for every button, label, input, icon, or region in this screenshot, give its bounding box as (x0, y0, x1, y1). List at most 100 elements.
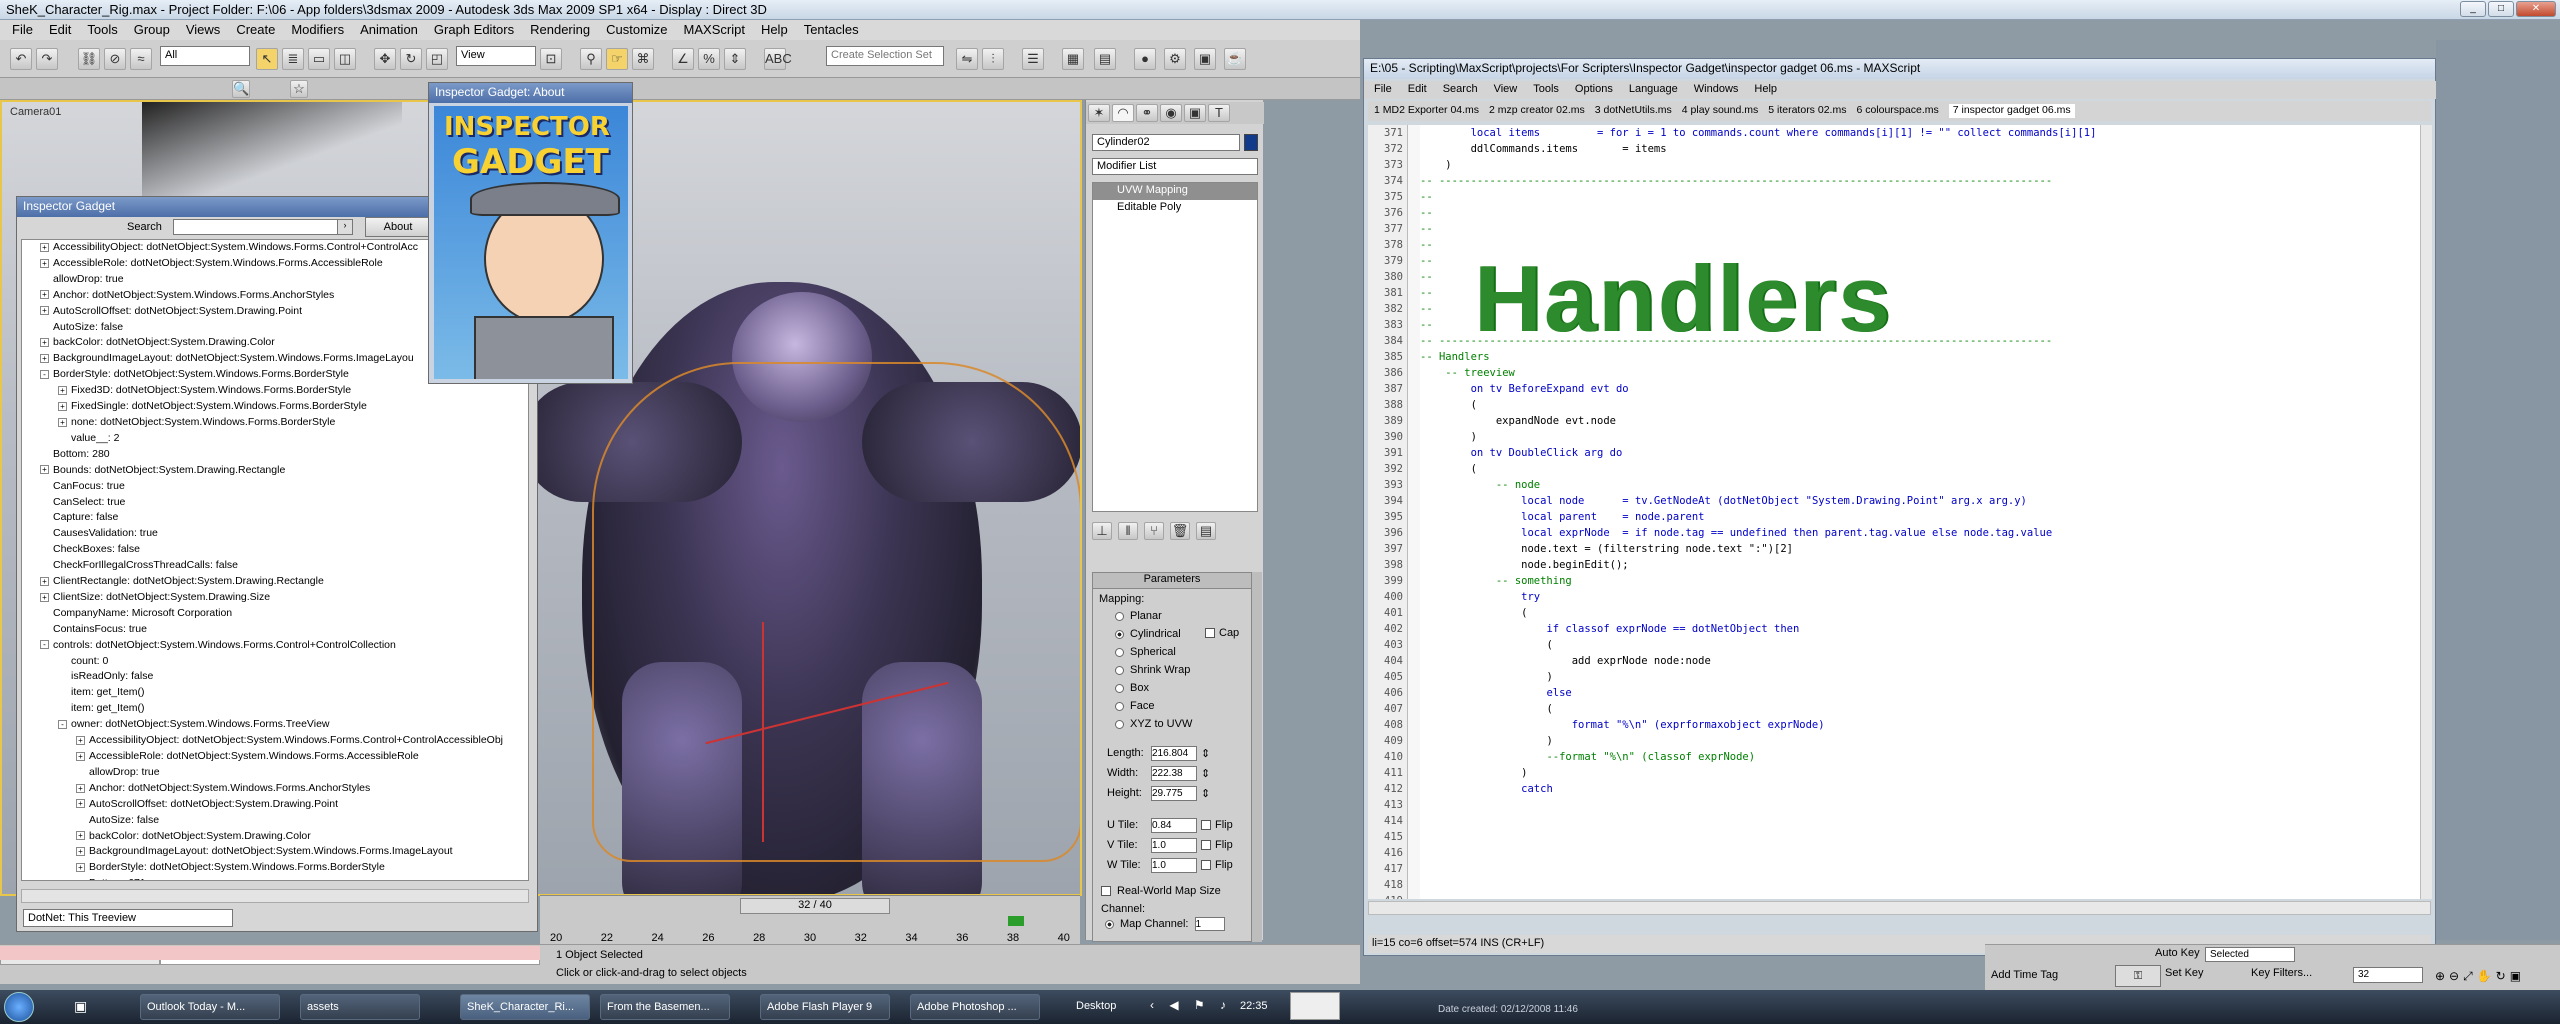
mapping-option-face[interactable]: Face (1093, 697, 1251, 715)
tree-row[interactable]: allowDrop: true (22, 765, 528, 781)
radio-icon[interactable] (1115, 683, 1124, 693)
tab-mzp-creator[interactable]: 2 mzp creator 02.ms (1489, 104, 1585, 118)
radio-icon[interactable] (1115, 629, 1124, 639)
rendered-frame-icon[interactable]: ▣ (1194, 48, 1216, 70)
spinner-snap-icon[interactable]: ⇕ (724, 48, 746, 70)
maximize-button[interactable]: □ (2488, 1, 2514, 17)
favorites-icon[interactable]: ☆ (290, 80, 308, 98)
code-line[interactable]: -- node (1420, 477, 2420, 493)
object-name-input[interactable]: Cylinder02 (1092, 134, 1240, 151)
tree-row[interactable]: ContainsFocus: true (22, 622, 528, 638)
tree-row[interactable]: CanSelect: true (22, 495, 528, 511)
code-line[interactable]: -- something (1420, 573, 2420, 589)
tree-row[interactable]: + AccessibleRole: dotNetObject:System.Win… (22, 749, 528, 765)
render-setup-icon[interactable]: ⚙ (1164, 48, 1186, 70)
expand-icon[interactable]: + (40, 465, 49, 475)
menu-group[interactable]: Group (126, 22, 178, 38)
menu-edit[interactable]: Edit (41, 22, 79, 38)
code-line[interactable]: local parent = node.parent (1420, 509, 2420, 525)
code-line[interactable]: -- -------------------------------------… (1420, 173, 2420, 189)
current-frame-input[interactable]: 32 (2353, 967, 2423, 983)
mapping-option-xyz-to-uvw[interactable]: XYZ to UVW (1093, 715, 1251, 733)
ms-menu-language[interactable]: Language (1629, 83, 1678, 97)
expand-icon[interactable]: + (76, 847, 85, 857)
collapse-icon[interactable]: - (40, 369, 49, 379)
expand-icon[interactable]: + (40, 338, 49, 348)
wtile-input[interactable] (1151, 857, 1197, 873)
tree-row[interactable]: item: get_Item() (22, 685, 528, 701)
utile-input[interactable] (1151, 817, 1197, 833)
expand-icon[interactable]: + (40, 242, 49, 252)
layer-manager-icon[interactable]: ☰ (1022, 48, 1044, 70)
select-object-icon[interactable]: ↖ (256, 48, 278, 70)
mapping-option-planar[interactable]: Planar (1093, 607, 1251, 625)
code-line[interactable]: ) (1420, 765, 2420, 781)
expand-icon[interactable]: + (40, 306, 49, 316)
link-icon[interactable]: ⛓ (78, 48, 100, 70)
modify-tab-icon[interactable]: ◠ (1112, 104, 1134, 122)
cap-checkbox[interactable]: Cap (1205, 627, 1239, 639)
tree-row[interactable]: + BackgroundImageLayout: dotNetObject:Sys… (22, 844, 528, 860)
tree-row[interactable]: + AccessibilityObject: dotNetObject:Syste… (22, 733, 528, 749)
menu-views[interactable]: Views (178, 22, 228, 38)
code-line[interactable]: -- (1420, 189, 2420, 205)
edit-named-selection-icon[interactable]: ABC (764, 48, 792, 70)
tree-row[interactable]: + backColor: dotNetObject:System.Drawing.… (22, 829, 528, 845)
tree-row[interactable]: + Bounds: dotNetObject:System.Drawing.Rec… (22, 463, 528, 479)
tree-horizontal-scrollbar[interactable] (21, 889, 529, 903)
show-desktop-icon[interactable]: ▣ (74, 998, 87, 1015)
expand-icon[interactable]: + (76, 799, 85, 809)
expand-icon[interactable]: + (40, 258, 49, 268)
flip-u-checkbox[interactable] (1201, 820, 1211, 830)
code-line[interactable]: catch (1420, 781, 2420, 797)
auto-key-button[interactable]: Auto Key (2155, 947, 2200, 959)
tray-icons[interactable]: ‹ ◀ ⚑ ♪ (1150, 998, 1232, 1012)
menu-file[interactable]: File (4, 22, 41, 38)
bottom-select[interactable]: DotNet: This Treeview (23, 909, 233, 927)
start-button[interactable] (4, 992, 34, 1022)
menu-animation[interactable]: Animation (352, 22, 426, 38)
key-icon[interactable]: ⚿ (2115, 965, 2161, 987)
search-input[interactable] (173, 219, 353, 235)
code-line[interactable]: local node = tv.GetNodeAt (dotNetObject … (1420, 493, 2420, 509)
tab-dotnetutils[interactable]: 3 dotNetUtils.ms (1595, 104, 1672, 118)
curve-editor-icon[interactable]: ▦ (1062, 48, 1084, 70)
vtile-input[interactable] (1151, 837, 1197, 853)
editor-horizontal-scrollbar[interactable] (1368, 901, 2431, 915)
radio-icon[interactable] (1115, 701, 1124, 711)
fold-margin[interactable] (1408, 125, 1420, 899)
code-line[interactable]: ) (1420, 157, 2420, 173)
flip-v-checkbox[interactable] (1201, 840, 1211, 850)
make-unique-icon[interactable]: ⑂ (1144, 522, 1164, 540)
width-input[interactable] (1151, 765, 1197, 781)
collapse-icon[interactable]: - (40, 640, 49, 650)
real-world-checkbox[interactable]: Real-World Map Size (1093, 875, 1251, 899)
utilities-tab-icon[interactable]: T (1208, 104, 1230, 122)
task-outlook[interactable]: Outlook Today - M... (140, 994, 280, 1020)
code-line[interactable]: format "%\n" (exprformaxobject exprNode) (1420, 717, 2420, 733)
unlink-icon[interactable]: ⊘ (104, 48, 126, 70)
tree-row[interactable]: + BorderStyle: dotNetObject:System.Window… (22, 860, 528, 876)
quick-render-icon[interactable]: ☕ (1224, 48, 1246, 70)
minimize-button[interactable]: _ (2460, 1, 2486, 17)
code-line[interactable]: expandNode evt.node (1420, 413, 2420, 429)
expand-icon[interactable]: + (40, 576, 49, 586)
time-slider[interactable]: 32 / 40 (740, 898, 890, 914)
tree-row[interactable]: + ClientRectangle: dotNetObject:System.Dr… (22, 574, 528, 590)
tree-row[interactable]: + none: dotNetObject:System.Windows.Forms… (22, 415, 528, 431)
task-flash-player[interactable]: Adobe Flash Player 9 (760, 994, 890, 1020)
tree-row[interactable]: isReadOnly: false (22, 669, 528, 685)
parameters-title[interactable]: Parameters (1093, 573, 1251, 589)
ms-menu-windows[interactable]: Windows (1694, 83, 1739, 97)
code-line[interactable]: ) (1420, 669, 2420, 685)
code-line[interactable]: --format "%\n" (classof exprNode) (1420, 749, 2420, 765)
tab-play-sound[interactable]: 4 play sound.ms (1682, 104, 1758, 118)
length-spin-arrows-icon[interactable]: ⇕ (1201, 747, 1210, 760)
command-panel-scrollbar[interactable] (1252, 572, 1262, 942)
tree-row[interactable]: item: get_Item() (22, 701, 528, 717)
code-line[interactable]: try (1420, 589, 2420, 605)
mapping-option-spherical[interactable]: Spherical (1093, 643, 1251, 661)
radio-icon[interactable] (1115, 611, 1124, 621)
tab-iterators[interactable]: 5 iterators 02.ms (1768, 104, 1846, 118)
tree-row[interactable]: CheckForIllegalCrossThreadCalls: false (22, 558, 528, 574)
